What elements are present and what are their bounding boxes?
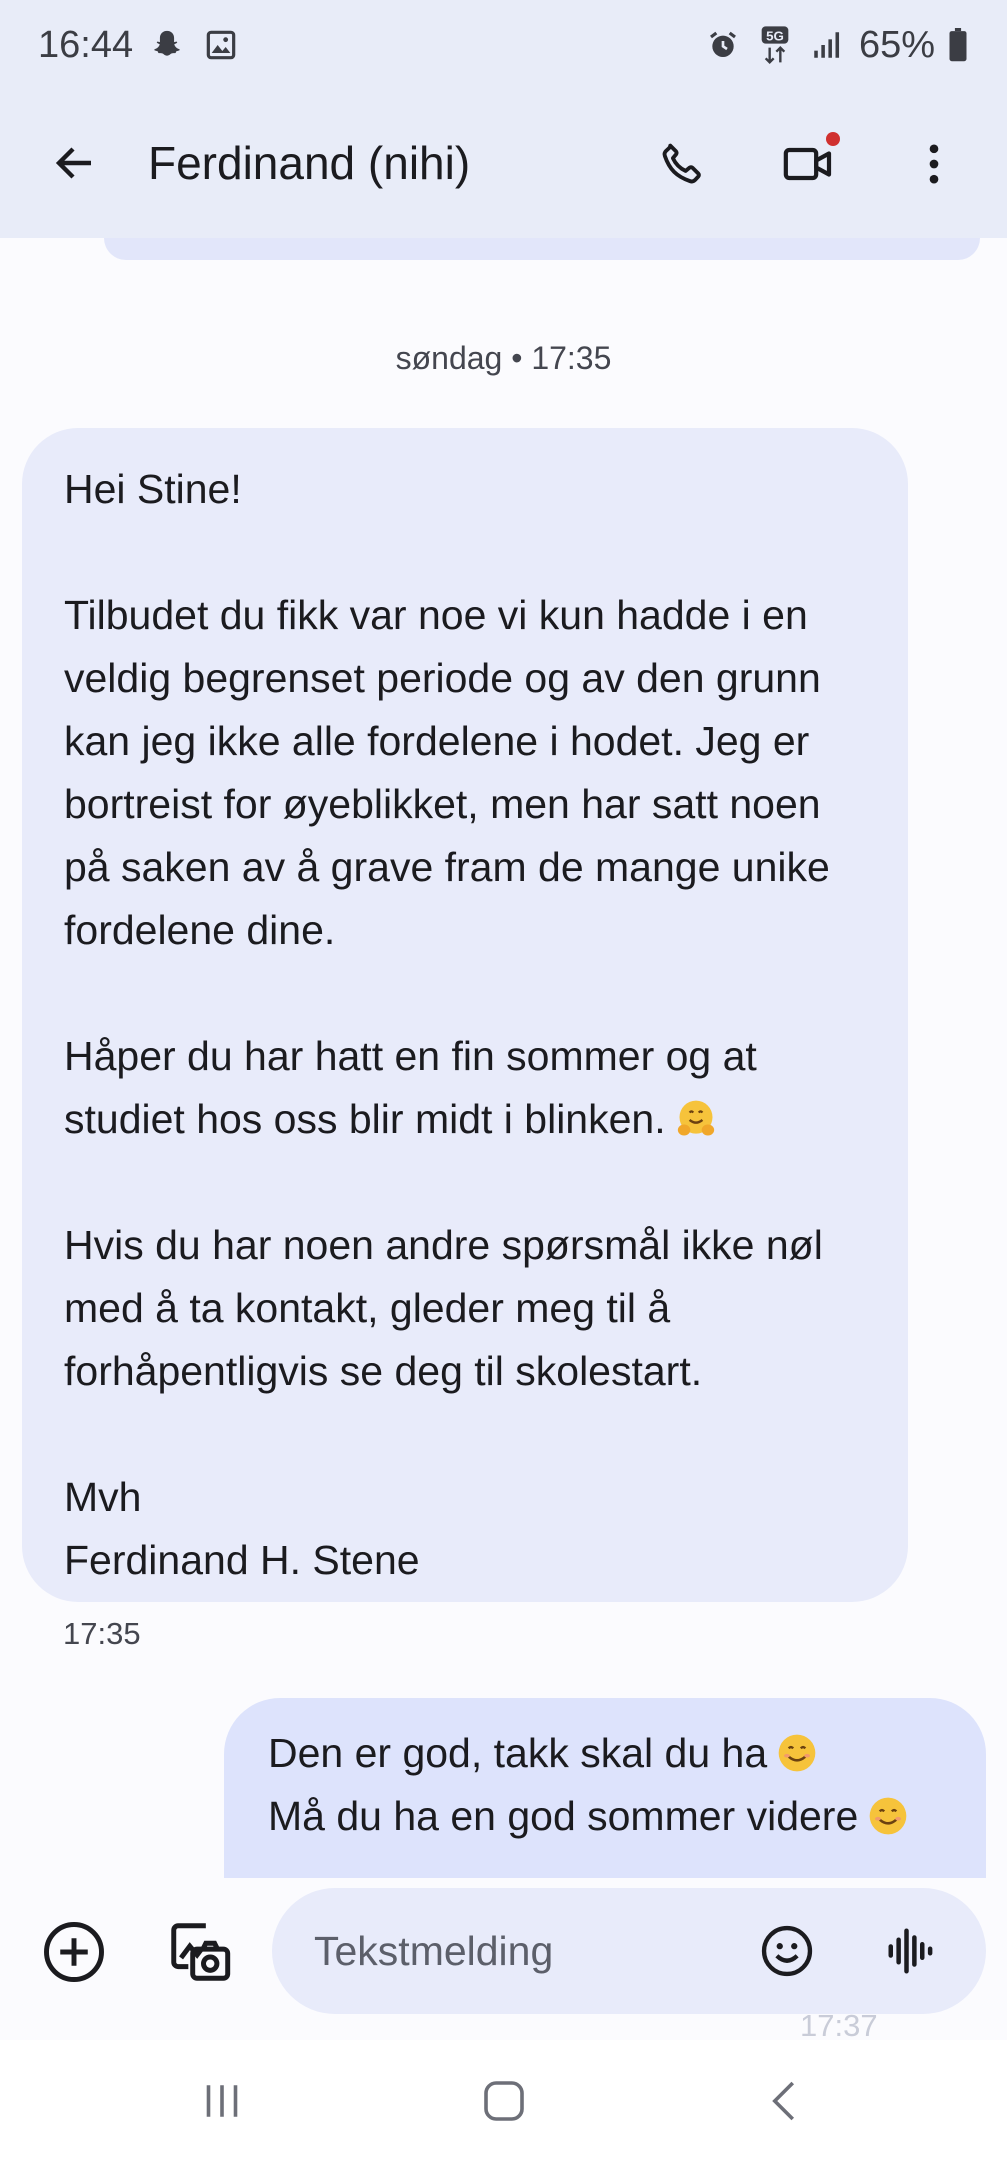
- recents-icon: [206, 2085, 238, 2117]
- snapchat-icon: [147, 25, 187, 65]
- hugging-face-emoji: [674, 1096, 718, 1140]
- previous-message-bubble[interactable]: [104, 238, 980, 260]
- outgoing-line-2: Må du ha en god sommer videre: [268, 1785, 956, 1848]
- back-arrow-icon: [55, 147, 91, 179]
- alarm-icon: [703, 25, 743, 65]
- status-right: 5G 65%: [703, 24, 969, 67]
- date-separator: søndag • 17:35: [395, 340, 612, 376]
- incoming-message-text-end: Hvis du har noen andre spørsmål ikke nøl…: [64, 1222, 823, 1583]
- back-button[interactable]: [40, 128, 110, 198]
- contact-name[interactable]: Ferdinand (nihi): [148, 128, 470, 198]
- gallery-button[interactable]: [160, 1912, 240, 1992]
- system-nav-bar: [0, 2040, 1007, 2160]
- incoming-message-text: Hei Stine! Tilbudet du fikk var noe vi k…: [64, 466, 830, 1142]
- nav-back-icon: [772, 2081, 795, 2121]
- status-left: 16:44: [38, 24, 241, 67]
- message-field[interactable]: [272, 1888, 986, 2014]
- emoji-icon: [761, 1925, 813, 1977]
- voice-wave-icon: [888, 1928, 933, 1974]
- video-call-button[interactable]: [770, 126, 846, 202]
- incoming-message-bubble[interactable]: Hei Stine! Tilbudet du fikk var noe vi k…: [22, 428, 908, 1602]
- battery-percent: 65%: [858, 23, 935, 66]
- home-icon: [484, 2081, 524, 2121]
- attach-button[interactable]: [38, 1916, 110, 1988]
- outgoing-line-1: Den er god, takk skal du ha: [268, 1722, 956, 1785]
- gallery-camera-icon: [171, 1923, 231, 1981]
- 5g-icon: 5G: [755, 25, 795, 65]
- app-bar: Ferdinand (nihi): [0, 90, 1007, 238]
- image-icon: [201, 25, 241, 65]
- nav-back-button[interactable]: [746, 2066, 826, 2136]
- voice-message-button[interactable]: [876, 1916, 946, 1986]
- signal-icon: [807, 25, 847, 65]
- more-vert-icon: [929, 144, 939, 184]
- phone-icon: [662, 143, 701, 184]
- message-input[interactable]: [314, 1918, 714, 1984]
- emoji-button[interactable]: [752, 1916, 822, 1986]
- status-bar: 16:44 5G 65%: [0, 0, 1007, 90]
- status-time: 16:44: [38, 23, 134, 66]
- call-button[interactable]: [644, 126, 720, 202]
- outgoing-text-1: Den er god, takk skal du ha: [268, 1730, 768, 1776]
- battery-icon: [947, 25, 969, 65]
- notification-dot: [826, 132, 840, 146]
- outgoing-text-2: Må du ha en god sommer videre: [268, 1793, 859, 1839]
- add-circle-icon: [44, 1922, 104, 1982]
- network-label: 5G: [766, 28, 784, 43]
- outgoing-message-bubble[interactable]: Den er god, takk skal du ha Må du ha en …: [224, 1698, 986, 1878]
- home-button[interactable]: [464, 2066, 544, 2136]
- incoming-message-time: 17:35: [63, 1616, 141, 1651]
- more-options-button[interactable]: [896, 126, 972, 202]
- recents-button[interactable]: [182, 2066, 262, 2136]
- smiling-face-emoji: [866, 1793, 910, 1837]
- smiling-face-emoji: [775, 1730, 819, 1774]
